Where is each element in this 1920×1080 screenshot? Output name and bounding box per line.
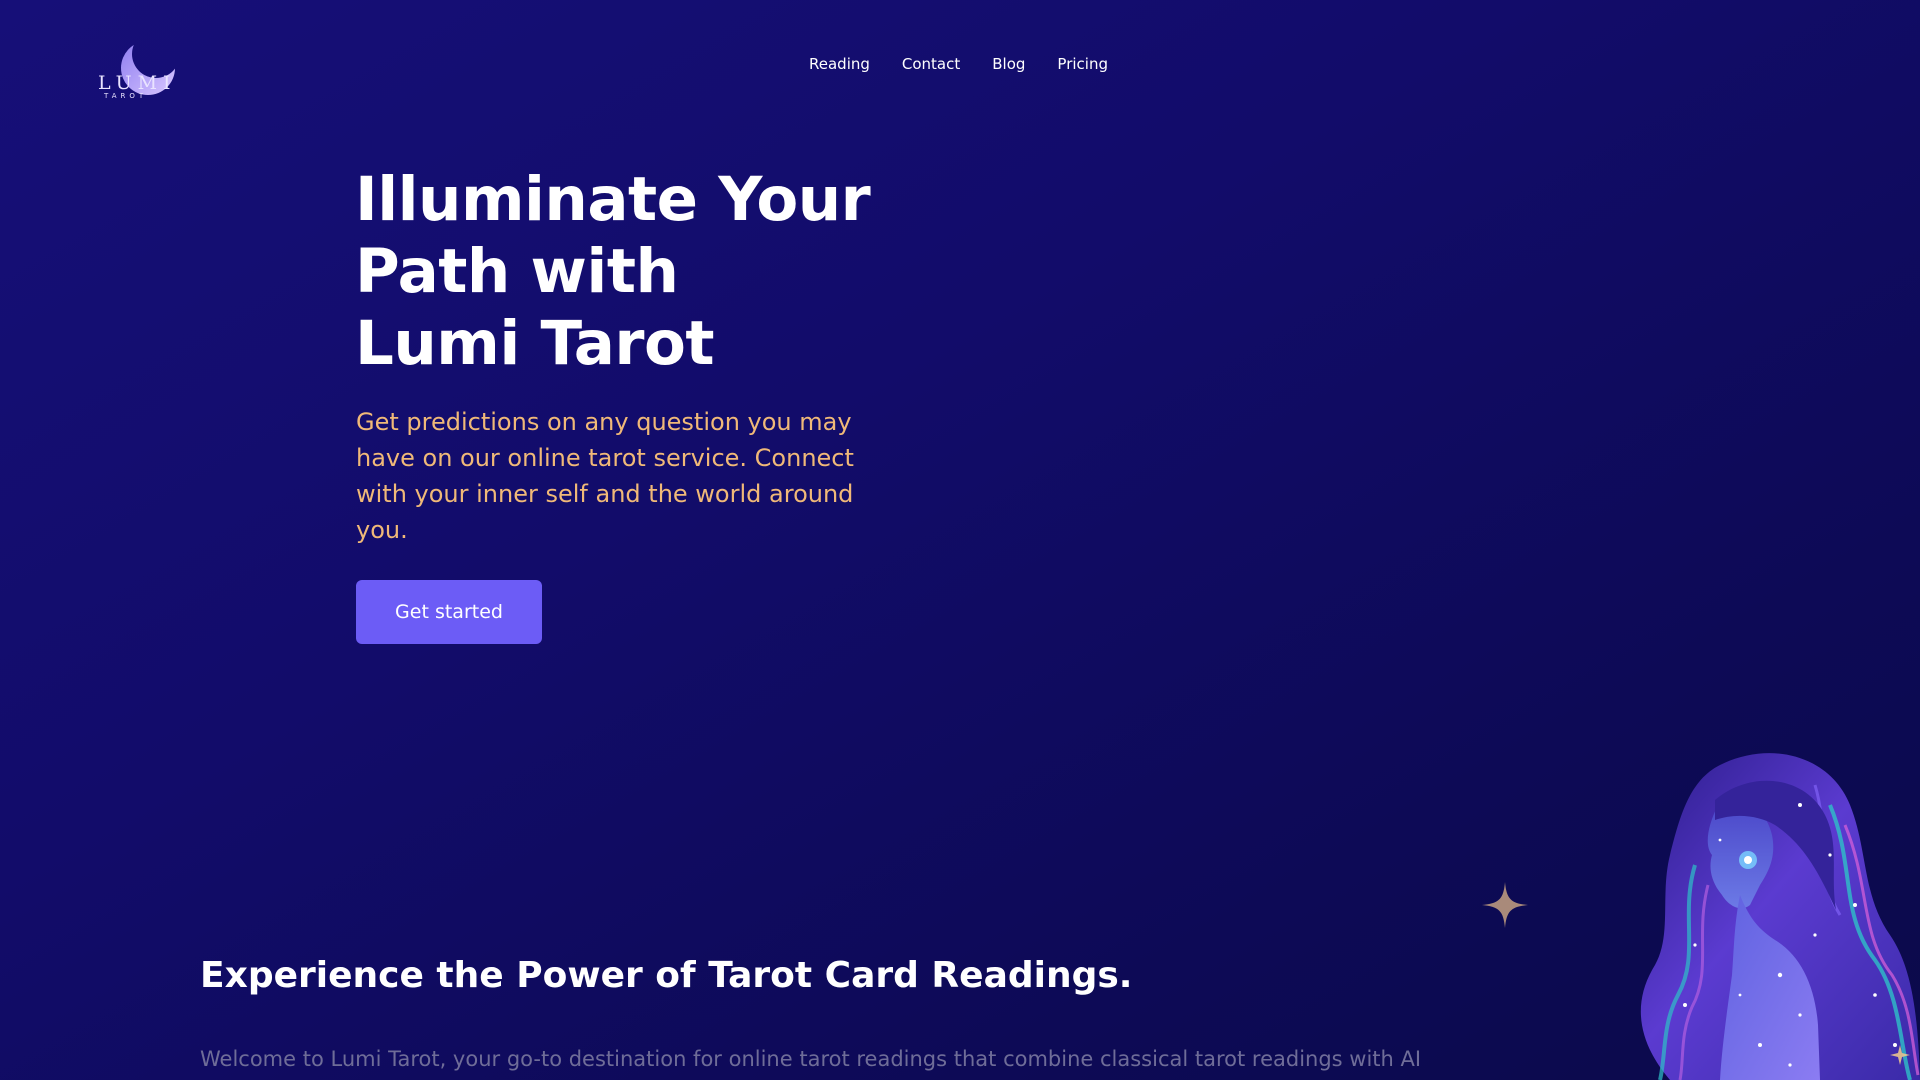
nav-pricing[interactable]: Pricing — [1057, 55, 1108, 73]
hero-title: Illuminate Your Path with Lumi Tarot — [355, 164, 915, 380]
brand-tagline: TAROT — [104, 92, 148, 100]
nav-reading[interactable]: Reading — [809, 55, 870, 73]
section-title: Experience the Power of Tarot Card Readi… — [200, 955, 1133, 996]
nav-contact[interactable]: Contact — [902, 55, 960, 73]
hero-title-line-3: Lumi Tarot — [355, 308, 715, 379]
brand-name: LUMI — [98, 72, 177, 94]
cosmic-woman-illustration — [1640, 753, 1920, 1080]
hero-title-line-1: Illuminate Your — [355, 164, 871, 235]
hero-title-line-2: Path with — [355, 236, 679, 307]
landing-page: LUMI TAROT Reading Contact Blog Pricing … — [0, 0, 1920, 1080]
hero-subtitle: Get predictions on any question you may … — [356, 408, 854, 544]
main-nav: Reading Contact Blog Pricing — [809, 55, 1108, 73]
four-point-star-icon — [1482, 882, 1528, 928]
section-body: Welcome to Lumi Tarot, your go-to destin… — [200, 1047, 1422, 1071]
brand-logo[interactable]: LUMI TAROT — [96, 36, 192, 106]
nav-blog[interactable]: Blog — [992, 55, 1025, 73]
get-started-button[interactable]: Get started — [356, 580, 542, 644]
